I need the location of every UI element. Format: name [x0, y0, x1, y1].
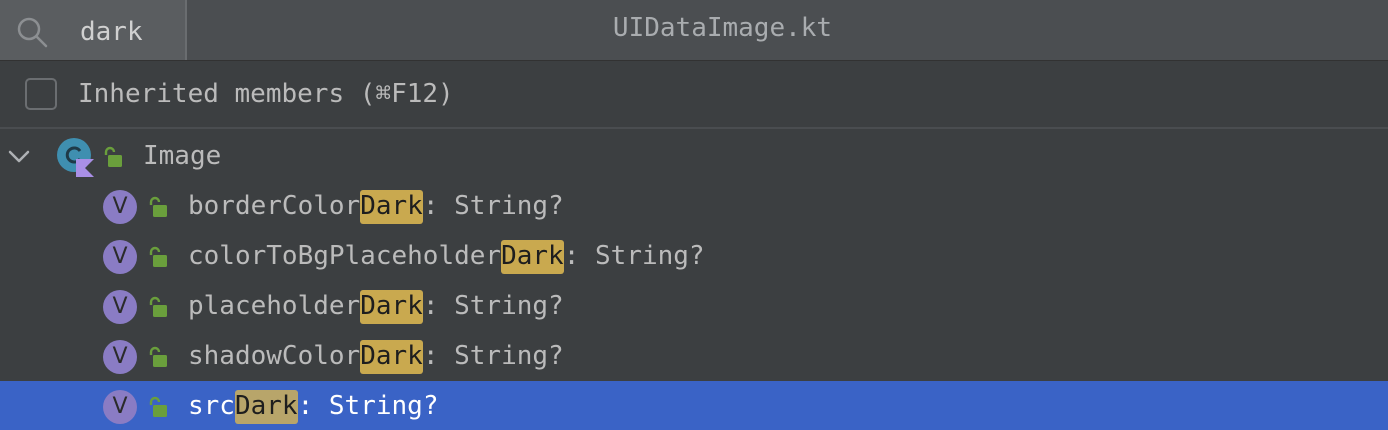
- popup-header: dark UIDataImage.kt: [0, 0, 1388, 61]
- tree-node-label: Image: [143, 141, 222, 171]
- member-type: : String?: [563, 241, 705, 271]
- file-title: UIDataImage.kt: [612, 13, 833, 43]
- tree-member-row[interactable]: VsrcDark: String?: [0, 381, 1388, 430]
- variable-icon: V: [103, 240, 137, 274]
- search-match-highlight: Dark: [360, 340, 423, 374]
- member-type: : String?: [422, 191, 564, 221]
- search-query[interactable]: dark: [80, 14, 143, 50]
- member-name-prefix: borderColor: [188, 191, 361, 221]
- unlocked-icon: [149, 346, 167, 367]
- tree-member-row[interactable]: VcolorToBgPlaceholderDark: String?: [0, 231, 1388, 281]
- tree-node-image[interactable]: Image: [0, 131, 1388, 181]
- member-label: placeholderDark: String?: [188, 288, 564, 324]
- search-match-highlight: Dark: [360, 290, 423, 324]
- member-label: borderColorDark: String?: [188, 188, 564, 224]
- unlocked-icon: [149, 296, 167, 317]
- search-match-highlight: Dark: [501, 240, 564, 274]
- search-match-highlight: Dark: [234, 390, 298, 424]
- member-name-prefix: src: [188, 391, 235, 421]
- tree-member-row[interactable]: VplaceholderDark: String?: [0, 281, 1388, 331]
- variable-icon: V: [103, 340, 137, 374]
- member-name-prefix: colorToBgPlaceholder: [188, 241, 502, 271]
- inherited-members-option[interactable]: Inherited members (⌘F12): [0, 61, 1388, 129]
- file-structure-popup: dark UIDataImage.kt Inherited members (⌘…: [0, 0, 1388, 430]
- member-label: colorToBgPlaceholderDark: String?: [188, 238, 705, 274]
- kotlin-class-icon: [57, 138, 94, 177]
- chevron-down-icon[interactable]: [6, 143, 32, 169]
- unlocked-icon: [149, 246, 167, 267]
- unlocked-icon: [149, 396, 167, 417]
- search-icon: [17, 17, 48, 48]
- unlocked-icon: [104, 146, 122, 167]
- variable-icon: V: [103, 190, 137, 224]
- inherited-members-label[interactable]: Inherited members (⌘F12): [78, 77, 454, 111]
- member-name-prefix: placeholder: [188, 291, 361, 321]
- member-type: : String?: [297, 391, 439, 421]
- member-name-prefix: shadowColor: [188, 341, 361, 371]
- variable-icon: V: [103, 390, 137, 424]
- member-label: shadowColorDark: String?: [188, 338, 564, 374]
- search-match-highlight: Dark: [360, 190, 423, 224]
- unlocked-icon: [149, 196, 167, 217]
- inherited-members-checkbox[interactable]: [25, 78, 57, 110]
- search-field[interactable]: dark: [0, 0, 187, 60]
- member-type: : String?: [422, 341, 564, 371]
- member-type: : String?: [422, 291, 564, 321]
- tree-member-row[interactable]: VshadowColorDark: String?: [0, 331, 1388, 381]
- tree-member-row[interactable]: VborderColorDark: String?: [0, 181, 1388, 231]
- member-label: srcDark: String?: [188, 388, 438, 424]
- variable-icon: V: [103, 290, 137, 324]
